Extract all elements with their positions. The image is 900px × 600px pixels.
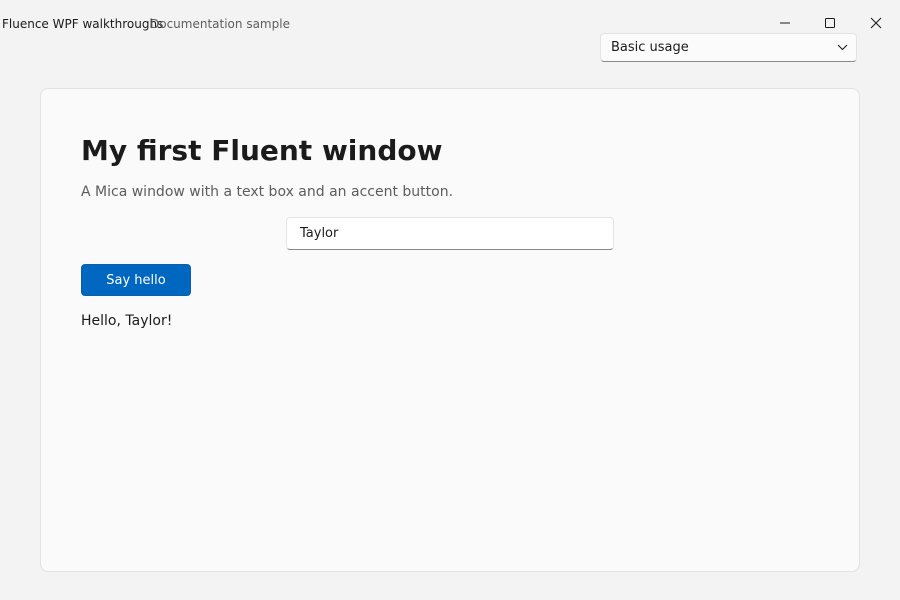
close-button[interactable] bbox=[856, 8, 896, 38]
close-icon bbox=[870, 17, 882, 29]
app-subtitle: Documentation sample bbox=[150, 17, 290, 31]
maximize-icon bbox=[825, 18, 835, 28]
say-hello-button[interactable]: Say hello bbox=[81, 264, 191, 296]
minimize-icon bbox=[780, 22, 790, 24]
scenario-select[interactable]: Basic usage bbox=[600, 33, 857, 62]
page-title: My first Fluent window bbox=[81, 134, 443, 167]
greeting-text: Hello, Taylor! bbox=[81, 313, 173, 329]
chevron-down-icon bbox=[837, 44, 848, 51]
app-title: Fluence WPF walkthroughs bbox=[2, 17, 164, 31]
content-card: My first Fluent window A Mica window wit… bbox=[40, 88, 860, 572]
page-description: A Mica window with a text box and an acc… bbox=[81, 184, 454, 200]
name-input[interactable] bbox=[286, 217, 614, 250]
scenario-select-value: Basic usage bbox=[611, 40, 689, 55]
